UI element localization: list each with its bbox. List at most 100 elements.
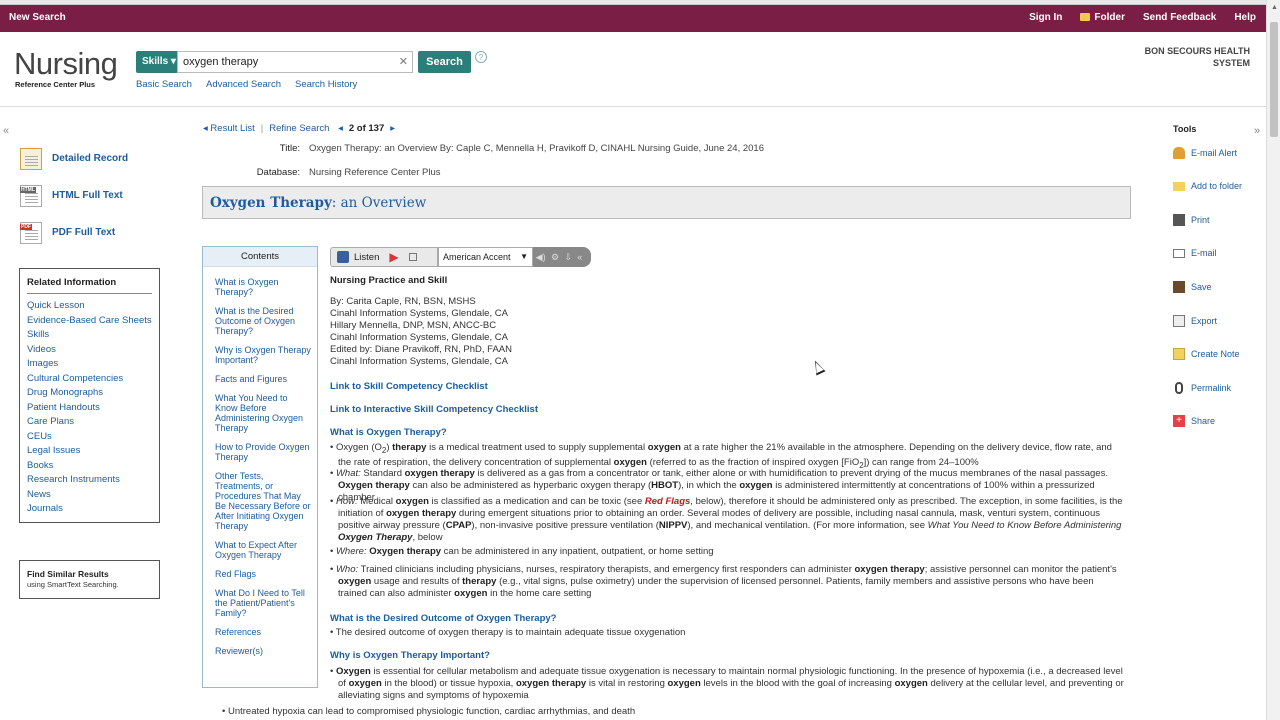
folder-link[interactable]: Folder (1080, 12, 1125, 23)
search-button[interactable]: Search (418, 51, 471, 73)
play-icon[interactable]: ▶ (389, 250, 398, 264)
email-tool[interactable]: E-mail (1173, 248, 1217, 258)
result-count: 2 of 137 (348, 123, 385, 134)
logo-main[interactable]: Nursing (14, 46, 118, 82)
scroll-up-icon[interactable]: ▲ (1271, 4, 1278, 11)
print-tool[interactable]: Print (1173, 214, 1210, 226)
related-item[interactable]: Cultural Competencies (27, 372, 152, 387)
tool-label: Permalink (1191, 383, 1232, 393)
share-tool[interactable]: + Share (1173, 415, 1215, 427)
page-scrollbar[interactable]: ▲ (1266, 0, 1280, 720)
search-input[interactable]: oxygen therapy ✕ (177, 51, 413, 73)
related-item[interactable]: Skills (27, 328, 152, 343)
related-item[interactable]: Evidence-Based Care Sheets (27, 314, 152, 329)
clear-icon[interactable]: ✕ (399, 55, 408, 68)
result-list-link[interactable]: ◂ Result List (203, 123, 255, 134)
organization-name: BON SECOURS HEALTH SYSTEM (1145, 45, 1250, 69)
export-tool[interactable]: Export (1173, 315, 1217, 327)
folder-icon (1173, 181, 1185, 191)
collapse-right-icon[interactable]: » (1254, 125, 1260, 137)
sign-in-link[interactable]: Sign In (1029, 12, 1062, 23)
contents-item[interactable]: What is Oxygen Therapy? (215, 277, 311, 297)
contents-item[interactable]: Red Flags (215, 569, 311, 579)
contents-item[interactable]: What to Expect After Oxygen Therapy (215, 540, 311, 560)
tool-label: Create Note (1191, 349, 1240, 359)
related-item[interactable]: Quick Lesson (27, 299, 152, 314)
contents-item[interactable]: References (215, 627, 311, 637)
practice-heading: Nursing Practice and Skill (330, 275, 448, 286)
pdf-full-text-link[interactable]: PDF Full Text (20, 214, 160, 251)
advanced-search-link[interactable]: Advanced Search (206, 79, 281, 90)
email-alert-tool[interactable]: E-mail Alert (1173, 147, 1237, 159)
caret-left-icon: ◂ (203, 123, 208, 134)
related-item[interactable]: CEUs (27, 430, 152, 445)
last-bullet-text: Untreated hypoxia can lead to compromise… (227, 706, 636, 717)
related-information-box: Related Information Quick Lesson Evidenc… (19, 268, 160, 523)
audio-tools: ◀) ⚙ ⇩ « (533, 247, 591, 267)
related-item[interactable]: Drug Monographs (27, 386, 152, 401)
related-item[interactable]: Legal Issues (27, 444, 152, 459)
permalink-tool[interactable]: Permalink (1173, 382, 1231, 394)
save-tool[interactable]: Save (1173, 281, 1212, 293)
help-icon[interactable]: ? (475, 51, 487, 63)
accent-select[interactable]: American Accent ▼ (438, 247, 533, 267)
skills-dropdown[interactable]: Skills ▾ (136, 51, 177, 73)
find-similar-box[interactable]: Find Similar Results using SmartText Sea… (19, 560, 160, 599)
related-item[interactable]: Research Instruments (27, 473, 152, 488)
related-item[interactable]: News (27, 488, 152, 503)
contents-item[interactable]: Why is Oxygen Therapy Important? (215, 345, 311, 365)
tool-label: Add to folder (1191, 181, 1243, 191)
contents-list: What is Oxygen Therapy? What is the Desi… (203, 267, 317, 656)
bullet-paragraph: • Who: Trained clinicians including phys… (330, 564, 1117, 599)
interactive-checklist-link[interactable]: Link to Interactive Skill Competency Che… (330, 404, 538, 416)
contents-item[interactable]: Other Tests, Treatments, or Procedures T… (215, 471, 311, 531)
detailed-record-link[interactable]: Detailed Record (20, 140, 160, 177)
related-item[interactable]: Care Plans (27, 415, 152, 430)
result-navigation: ◂ Result List | Refine Search ◂ 2 of 137… (203, 123, 395, 134)
listen-button[interactable]: Listen ▶ (330, 247, 438, 267)
settings-gear-icon[interactable]: ⚙ (551, 252, 559, 263)
detailed-record-icon (20, 147, 42, 170)
help-link[interactable]: Help (1234, 12, 1256, 23)
download-icon[interactable]: ⇩ (564, 252, 572, 263)
related-item[interactable]: Videos (27, 343, 152, 358)
contents-item[interactable]: What You Need to Know Before Administeri… (215, 393, 311, 433)
related-item[interactable]: Images (27, 357, 152, 372)
contents-item[interactable]: What Do I Need to Tell the Patient/Patie… (215, 588, 311, 618)
next-result-icon[interactable]: ▸ (390, 123, 395, 134)
related-item[interactable]: Patient Handouts (27, 401, 152, 416)
pdf-document-icon (20, 221, 42, 244)
create-note-tool[interactable]: Create Note (1173, 348, 1240, 360)
stop-icon[interactable] (408, 253, 417, 261)
caret-down-icon: ▾ (170, 56, 176, 67)
volume-icon[interactable]: ◀) (536, 252, 546, 263)
contents-item[interactable]: What is the Desired Outcome of Oxygen Th… (215, 306, 311, 336)
basic-search-link[interactable]: Basic Search (136, 79, 192, 90)
scrollbar-thumb[interactable] (1270, 22, 1278, 137)
bullet-paragraph: • The desired outcome of oxygen therapy … (330, 627, 686, 638)
collapse-left-icon[interactable]: « (3, 125, 9, 137)
contents-item[interactable]: Reviewer(s) (215, 646, 311, 656)
contents-item[interactable]: Facts and Figures (215, 374, 311, 384)
detailed-record-label: Detailed Record (52, 153, 129, 164)
read-aloud-toolbar: Listen ▶ American Accent ▼ ◀) ⚙ ⇩ « (330, 247, 591, 267)
related-item[interactable]: Journals (27, 502, 152, 517)
related-information-title: Related Information (27, 277, 152, 294)
collapse-toolbar-icon[interactable]: « (577, 252, 582, 262)
listen-label: Listen (354, 251, 380, 263)
previous-result-icon[interactable]: ◂ (335, 123, 343, 134)
author-line: Cinahl Information Systems, Glendale, CA (330, 356, 508, 367)
speaker-icon (337, 251, 349, 263)
header: Nursing Reference Center Plus Skills ▾ o… (0, 32, 1266, 107)
html-full-text-link[interactable]: HTML Full Text (20, 177, 160, 214)
refine-search-link[interactable]: Refine Search (269, 123, 329, 134)
new-search-link[interactable]: New Search (9, 12, 66, 23)
add-to-folder-tool[interactable]: Add to folder (1173, 181, 1242, 191)
related-item[interactable]: Books (27, 459, 152, 474)
send-feedback-link[interactable]: Send Feedback (1143, 12, 1216, 23)
tool-label: Share (1191, 416, 1216, 426)
contents-item[interactable]: How to Provide Oxygen Therapy (215, 442, 311, 462)
search-history-link[interactable]: Search History (295, 79, 357, 90)
skill-checklist-link[interactable]: Link to Skill Competency Checklist (330, 381, 488, 393)
logo-sub: Reference Center Plus (15, 80, 96, 89)
